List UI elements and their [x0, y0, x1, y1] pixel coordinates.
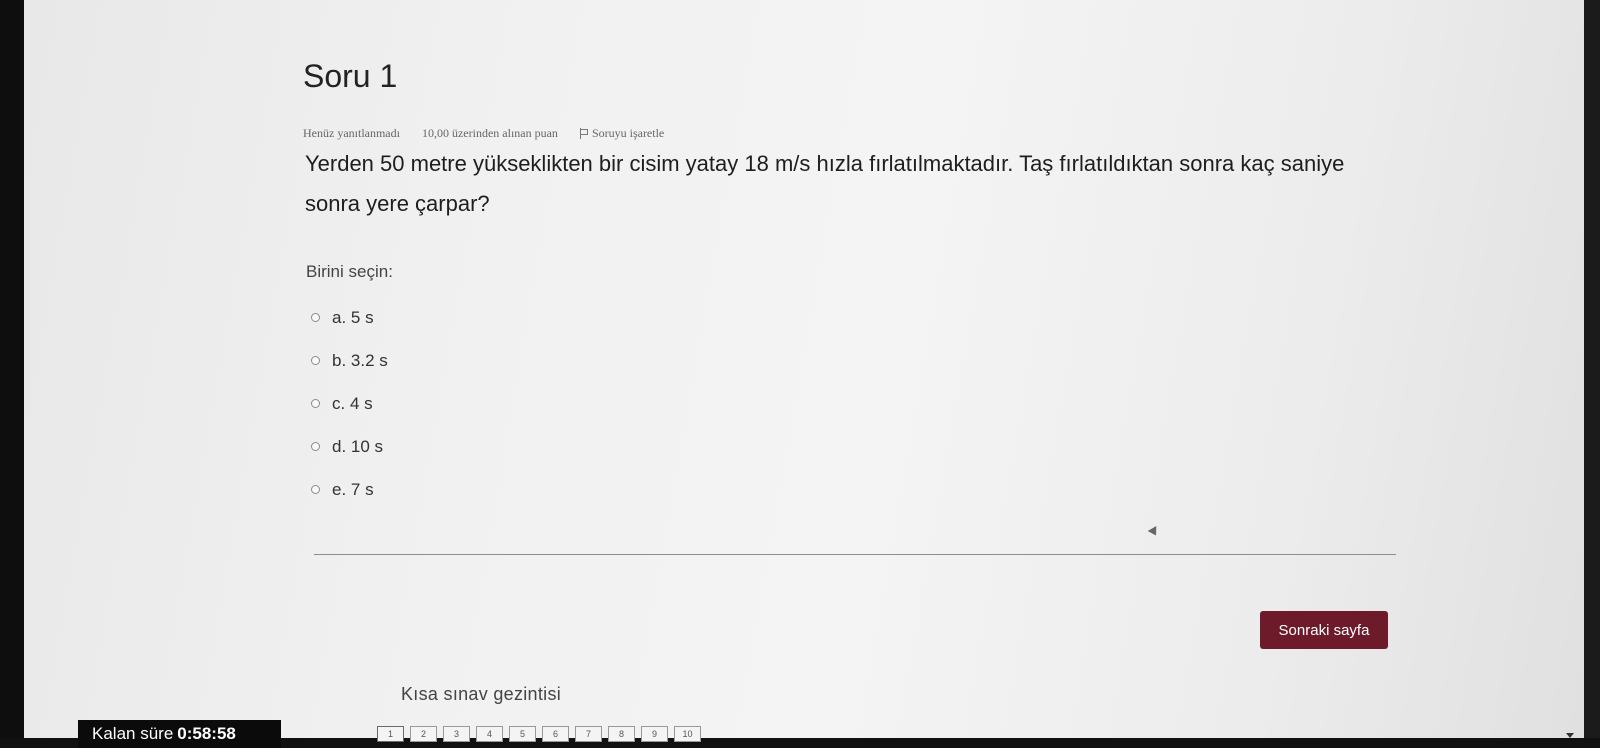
flag-question-label: Soruyu işaretle — [591, 126, 665, 140]
question-status: Henüz yanıtlanmadı — [303, 126, 400, 140]
answer-option-e[interactable]: e. 7 s — [311, 468, 388, 511]
nav-page-button[interactable]: 3 — [443, 726, 470, 742]
mouse-cursor-icon — [1147, 526, 1161, 538]
nav-page-button[interactable]: 6 — [542, 726, 569, 742]
nav-page-button[interactable]: 2 — [410, 726, 437, 742]
answer-options: a. 5 s b. 3.2 s c. 4 s d. 10 s e. 7 s — [311, 296, 388, 511]
answer-option-label: b. 3.2 s — [332, 350, 388, 370]
nav-page-button[interactable]: 5 — [509, 726, 536, 742]
question-text: Yerden 50 metre yükseklikten bir cisim y… — [305, 151, 1345, 216]
nav-page-button[interactable]: 1 — [377, 726, 404, 742]
answer-prompt: Birini seçin: — [306, 262, 393, 281]
radio-button[interactable] — [311, 485, 320, 494]
screen-bezel-right — [1584, 0, 1600, 748]
question-title: Soru 1 — [303, 58, 398, 94]
separator-line — [314, 554, 1396, 555]
radio-button[interactable] — [311, 442, 320, 451]
remaining-time: Kalan süre 0:58:58 — [78, 720, 281, 748]
nav-page-button[interactable]: 9 — [641, 726, 668, 742]
answer-option-c[interactable]: c. 4 s — [311, 382, 388, 425]
flag-question-link[interactable]: Soruyu işaretle — [579, 126, 665, 141]
answer-option-a[interactable]: a. 5 s — [311, 296, 388, 339]
radio-button[interactable] — [311, 313, 320, 322]
remaining-time-value: 0:58:58 — [177, 724, 236, 743]
question-grade: 10,00 üzerinden alınan puan — [421, 126, 558, 140]
answer-option-label: c. 4 s — [332, 393, 373, 413]
answer-option-label: a. 5 s — [332, 307, 374, 327]
answer-option-label: d. 10 s — [332, 436, 384, 456]
quiz-navigation-title: Kısa sınav gezintisi — [401, 684, 562, 704]
quiz-navigation-buttons: 1 2 3 4 5 6 7 8 9 10 — [377, 726, 701, 742]
radio-button[interactable] — [311, 399, 320, 408]
nav-page-button[interactable]: 7 — [575, 726, 602, 742]
quiz-page: Soru 1 Henüz yanıtlanmadı 10,00 üzerinde… — [24, 0, 1584, 748]
nav-page-button[interactable]: 10 — [674, 726, 701, 742]
nav-page-button[interactable]: 8 — [608, 726, 635, 742]
remaining-time-label: Kalan süre — [92, 724, 174, 743]
screen-bezel-left — [0, 0, 24, 748]
scroll-down-icon[interactable] — [1566, 733, 1574, 738]
next-page-button[interactable]: Sonraki sayfa — [1260, 611, 1388, 649]
question-info: Henüz yanıtlanmadı 10,00 üzerinden alına… — [303, 126, 664, 141]
radio-button[interactable] — [311, 356, 320, 365]
answer-option-b[interactable]: b. 3.2 s — [311, 339, 388, 382]
flag-icon — [579, 128, 588, 139]
answer-option-label: e. 7 s — [332, 479, 374, 499]
answer-option-d[interactable]: d. 10 s — [311, 425, 388, 468]
nav-page-button[interactable]: 4 — [476, 726, 503, 742]
